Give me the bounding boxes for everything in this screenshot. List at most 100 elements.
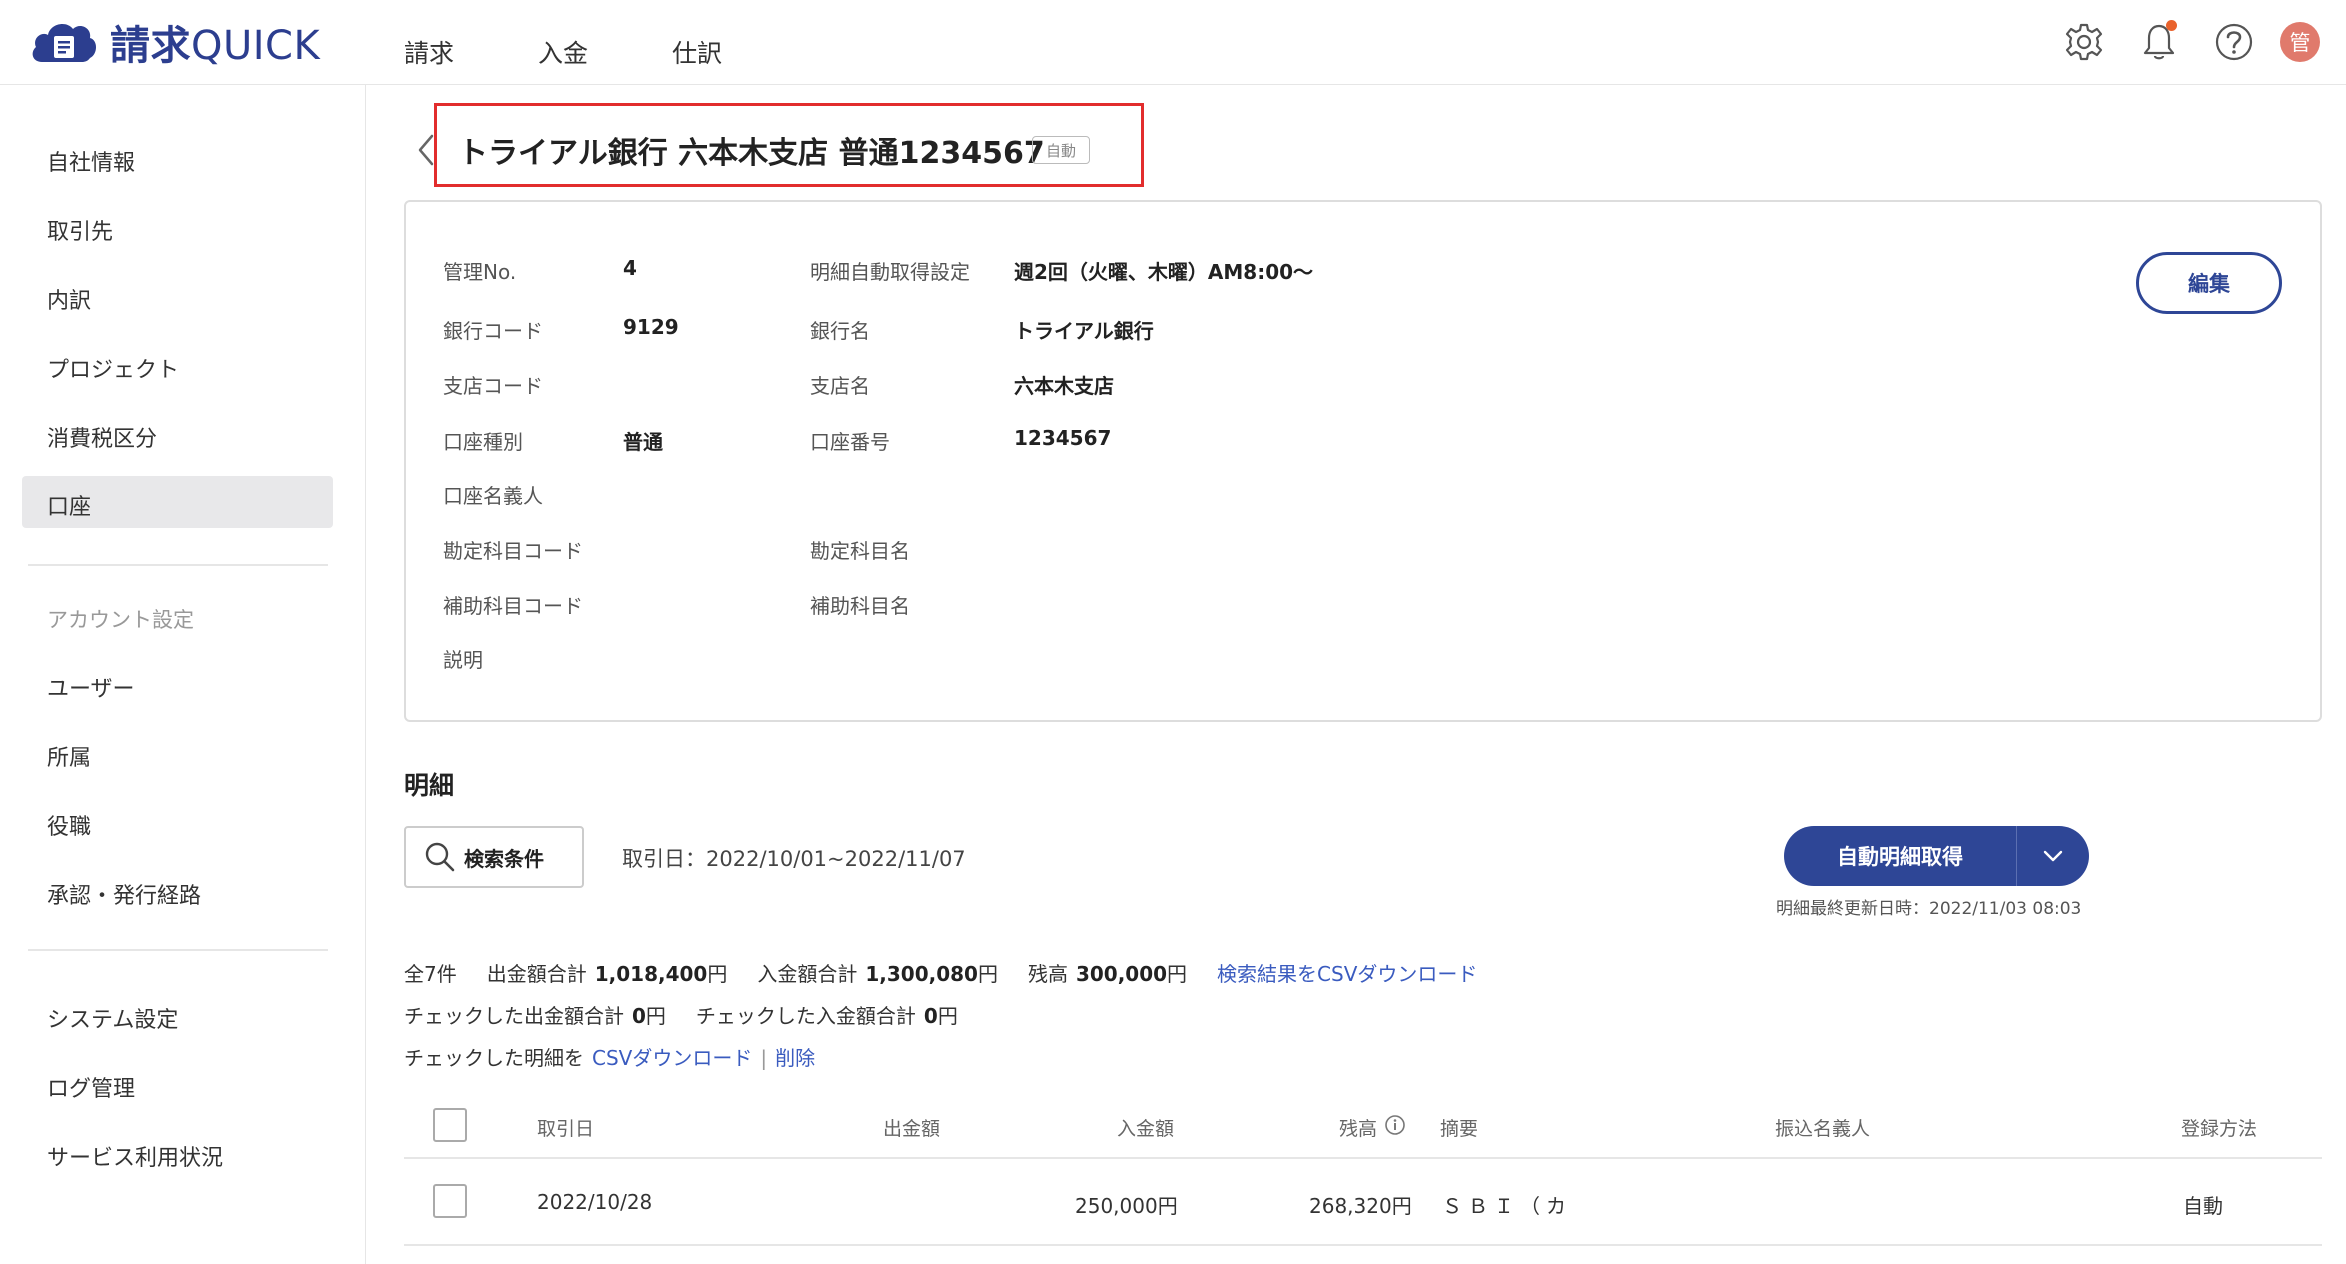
label-description: 説明 (443, 648, 483, 672)
label-account-holder: 口座名義人 (443, 484, 543, 508)
nav-payment[interactable]: 入金 (538, 34, 588, 70)
csv-download-link[interactable]: 検索結果をCSVダウンロード (1217, 958, 1477, 987)
auto-fetch-dropdown-button[interactable] (2017, 826, 2089, 886)
header-actions: 管 (2033, 18, 2346, 66)
in-total-yen: 円 (977, 962, 998, 986)
label-account-number: 口座番号 (810, 430, 890, 454)
select-all-checkbox[interactable] (433, 1108, 467, 1142)
help-icon (2215, 23, 2253, 61)
gear-icon (2065, 23, 2103, 61)
sidebar-item-system-settings[interactable]: システム設定 (47, 1002, 178, 1034)
notification-dot (2166, 20, 2177, 31)
chevron-down-icon (2043, 850, 2063, 862)
row-checkbox[interactable] (433, 1184, 467, 1218)
nav-invoice[interactable]: 請求 (404, 34, 454, 70)
cell-memo: ＳＢＩ（カ (1442, 1194, 1572, 1218)
account-info-card (404, 200, 2322, 722)
column-header-balance[interactable]: 残高 (1339, 1114, 1377, 1141)
sidebar-item-company-info[interactable]: 自社情報 (47, 145, 135, 177)
last-updated-text: 明細最終更新日時：2022/11/03 08:03 (1776, 899, 2082, 919)
in-total-value: 1,300,080 (865, 962, 978, 986)
column-header-memo[interactable]: 摘要 (1440, 1114, 1478, 1141)
value-account-number: 1234567 (1014, 426, 1112, 450)
top-navigation: 請求 入金 仕訳 (404, 34, 806, 70)
sidebar-item-approval-route[interactable]: 承認・発行経路 (47, 878, 201, 910)
sidebar-item-tax-category[interactable]: 消費税区分 (47, 421, 157, 453)
app-logo-text: 請求QUICK (110, 13, 320, 71)
sidebar-item-accounts[interactable]: 口座 (47, 489, 91, 521)
value-account-type: 普通 (623, 430, 663, 454)
sidebar-divider (28, 564, 328, 566)
logo-text-en: QUICK (191, 23, 321, 69)
cell-deposit: 250,000円 (1075, 1194, 1178, 1218)
checked-in-yen: 円 (937, 1004, 958, 1028)
value-auto-fetch-setting: 週2回（火曜、木曜）AM8:00〜 (1014, 260, 1314, 284)
user-avatar[interactable]: 管 (2280, 22, 2320, 62)
column-header-method[interactable]: 登録方法 (2181, 1114, 2257, 1141)
action-separator: | (760, 1046, 768, 1070)
label-auto-fetch-setting: 明細自動取得設定 (810, 260, 970, 284)
back-arrow-icon[interactable] (416, 132, 436, 168)
sidebar-item-clients[interactable]: 取引先 (47, 214, 113, 246)
label-account-item-name: 勘定科目名 (810, 539, 910, 563)
table-header-divider (404, 1157, 2322, 1159)
sidebar-item-projects[interactable]: プロジェクト (47, 352, 179, 384)
column-header-withdrawal[interactable]: 出金額 (883, 1114, 940, 1141)
checked-out-yen: 円 (645, 1004, 666, 1028)
edit-button[interactable]: 編集 (2136, 252, 2282, 314)
balance-label: 残高 (1027, 962, 1068, 986)
label-branch-name: 支店名 (810, 374, 870, 398)
balance-yen: 円 (1167, 962, 1188, 986)
date-range-text: 取引日：2022/10/01~2022/11/07 (622, 847, 966, 871)
sidebar-item-departments[interactable]: 所属 (47, 740, 91, 772)
nav-journal[interactable]: 仕訳 (672, 34, 722, 70)
label-bank-name: 銀行名 (810, 319, 870, 343)
search-conditions-button[interactable]: 検索条件 (404, 826, 584, 888)
checked-out-label: チェックした出金額合計 (404, 1004, 624, 1028)
value-management-no: 4 (623, 256, 637, 280)
cloud-logo-icon (32, 24, 96, 62)
help-button[interactable] (2210, 18, 2258, 66)
out-total-value: 1,018,400 (594, 962, 708, 986)
out-total-label: 出金額合計 (486, 962, 587, 986)
total-count: 全7件 (404, 962, 457, 986)
table-row-divider (404, 1244, 2322, 1246)
sidebar-item-log-management[interactable]: ログ管理 (47, 1071, 135, 1103)
logo-text-jp: 請求 (110, 23, 191, 69)
auto-fetch-split-button: 自動明細取得 (1784, 826, 2089, 886)
page-title: トライアル銀行 六本木支店 普通1234567 (458, 136, 1045, 171)
checked-in-value: 0 (923, 1004, 938, 1028)
checked-out-value: 0 (632, 1004, 646, 1028)
cell-method: 自動 (2183, 1194, 2223, 1218)
label-sub-account-name: 補助科目名 (810, 594, 910, 618)
label-management-no: 管理No. (443, 260, 517, 284)
value-branch-name: 六本木支店 (1014, 374, 1114, 398)
sidebar-item-service-usage[interactable]: サービス利用状況 (47, 1140, 223, 1172)
column-header-date[interactable]: 取引日 (537, 1114, 594, 1141)
notifications-button[interactable] (2135, 18, 2183, 66)
column-header-payer[interactable]: 振込名義人 (1775, 1114, 1870, 1141)
statements-title: 明細 (404, 771, 455, 800)
search-conditions-label: 検索条件 (464, 846, 544, 871)
sidebar-item-users[interactable]: ユーザー (47, 671, 135, 703)
sidebar-section-account-settings: アカウント設定 (47, 608, 194, 632)
app-logo[interactable]: 請求QUICK (28, 14, 320, 70)
info-icon[interactable] (1384, 1114, 1406, 1136)
sidebar: 自社情報 取引先 内訳 プロジェクト 消費税区分 口座 アカウント設定 ユーザー… (0, 85, 366, 1264)
cell-balance: 268,320円 (1309, 1194, 1412, 1218)
sidebar-item-breakdown[interactable]: 内訳 (47, 283, 91, 315)
summary-checked-row: チェックした出金額合計 0 円 チェックした入金額合計 0 円 (404, 1000, 958, 1029)
sidebar-item-positions[interactable]: 役職 (47, 809, 91, 841)
settings-button[interactable] (2060, 18, 2108, 66)
delete-link[interactable]: 削除 (775, 1042, 815, 1071)
label-sub-account-code: 補助科目コード (443, 594, 583, 618)
value-bank-code: 9129 (623, 315, 679, 339)
checked-csv-download-link[interactable]: CSVダウンロード (592, 1042, 752, 1071)
checked-prefix: チェックした明細を (404, 1046, 584, 1070)
auto-fetch-button[interactable]: 自動明細取得 (1784, 826, 2016, 886)
auto-badge: 自動 (1032, 136, 1090, 164)
label-branch-code: 支店コード (443, 374, 543, 398)
balance-value: 300,000 (1075, 962, 1168, 986)
label-account-item-code: 勘定科目コード (443, 539, 583, 563)
column-header-deposit[interactable]: 入金額 (1117, 1114, 1174, 1141)
